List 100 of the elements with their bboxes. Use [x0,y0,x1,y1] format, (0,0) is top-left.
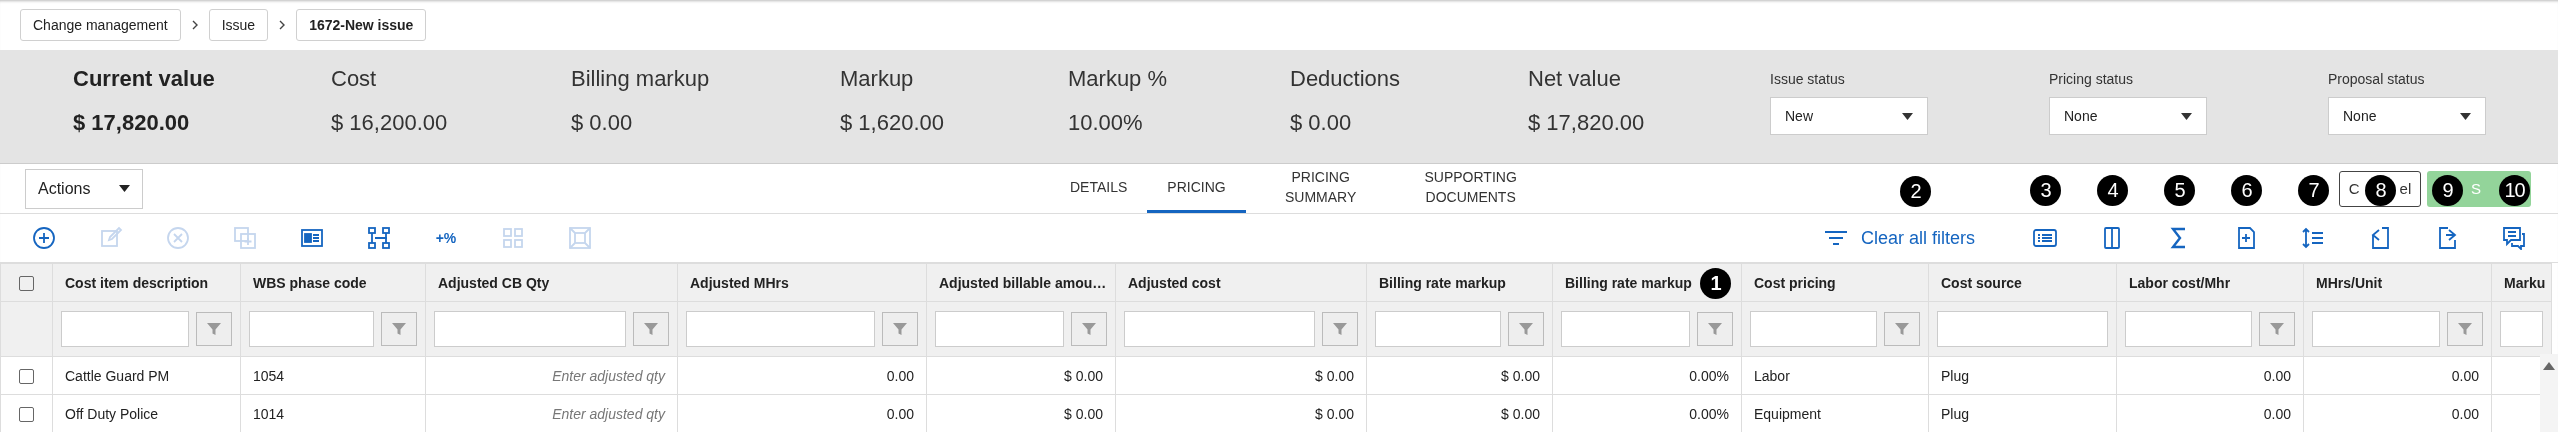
filter-field[interactable] [935,311,1064,347]
filter-field[interactable] [2125,311,2252,347]
summary-label: Markup [840,66,915,92]
table-cell: 0.00 [2263,367,2291,384]
breadcrumb-link[interactable]: 1672-New issue [296,9,427,41]
tab[interactable]: DETAILS [1050,164,1148,213]
filter-icon [207,322,221,336]
hierarchy-icon[interactable] [367,226,391,250]
caret-icon [119,185,130,192]
table-cell: 0.00 [886,405,914,422]
table-cell: 0.00 [2263,405,2291,422]
filter-button[interactable] [1322,312,1358,346]
filter-icon [2458,322,2472,336]
summary-label: Cost [331,66,378,92]
table-cell: $ 0.00 [1501,405,1540,422]
filter-button[interactable] [381,312,417,346]
status-label: Proposal status [2328,71,2426,87]
column-header[interactable]: Billing rate markup [1565,274,1692,291]
filter-field[interactable] [1375,311,1501,347]
filter-field[interactable] [1124,311,1315,347]
summary-value: $ 16,200.00 [331,110,449,136]
filter-field[interactable] [434,311,626,347]
spacing-icon[interactable] [2301,226,2325,250]
filter-button[interactable] [2447,312,2483,346]
percent-button[interactable]: +% [434,226,458,250]
table-cell: Equipment [1754,405,1821,422]
caret-icon [2460,112,2471,120]
filter-field[interactable] [249,311,374,347]
breadcrumb-link[interactable]: Issue [208,9,269,41]
scrollbar[interactable] [2540,354,2558,432]
filter-field[interactable] [61,311,189,347]
filter-icon [2270,322,2284,336]
table-cell: 0.00 [886,367,914,384]
table-cell: $ 0.00 [1315,405,1354,422]
status-label: Issue status [1770,71,1846,87]
chevron-icon [278,20,287,30]
filter-field[interactable] [2312,311,2440,347]
callout-badge: 7 [2298,175,2329,206]
status-label: Pricing status [2049,71,2135,87]
filter-icon [1333,322,1347,336]
actions-dropdown[interactable]: Actions [25,168,143,209]
filter-button[interactable] [882,312,918,346]
column-header[interactable]: MHrs/Unit [2316,274,2383,291]
callout-badge: 4 [2097,175,2128,206]
quantity-input[interactable]: Enter adjusted qty [552,367,665,384]
table-cell: $ 0.00 [1064,405,1103,422]
filter-field[interactable] [2500,311,2543,347]
breadcrumb-link[interactable]: Change management [20,9,181,41]
summary-label: Deductions [1290,66,1402,92]
filter-icon [1824,230,1847,246]
filter-button[interactable] [1884,312,1920,346]
filter-icon [1519,322,1533,336]
filter-field[interactable] [1561,311,1690,347]
column-header[interactable]: Adjusted CB Qty [438,274,550,291]
status-dropdown[interactable]: None [2049,97,2207,135]
tab[interactable]: SUPPORTING DOCUMENTS [1395,164,1546,213]
row-checkbox[interactable] [19,368,34,384]
filter-button[interactable] [1508,312,1544,346]
table-cell: $ 0.00 [1315,367,1354,384]
table-cell: Plug [1941,367,1970,384]
callout-badge: 5 [2164,175,2195,206]
table-cell: $ 0.00 [1501,367,1540,384]
filter-button[interactable] [1697,312,1733,346]
list-icon[interactable] [2033,226,2057,250]
summary-value: 10.00% [1068,110,1144,136]
filter-icon [1895,322,1909,336]
scroll-up-icon[interactable] [2543,362,2555,370]
summary-value: $ 0.00 [1290,110,1353,136]
table-cell: Cattle Guard PM [65,367,170,384]
table-cell: $ 0.00 [1064,367,1103,384]
filter-field[interactable] [1937,311,2108,347]
filter-field[interactable] [686,311,875,347]
chevron-icon [190,20,199,30]
quantity-input[interactable]: Enter adjusted qty [552,405,665,422]
status-dropdown[interactable]: New [1770,97,1928,135]
filter-button[interactable] [1071,312,1107,346]
status-dropdown[interactable]: None [2328,97,2486,135]
select-all-checkbox[interactable] [19,275,34,291]
tab[interactable]: PRICING [1147,164,1246,213]
add-icon[interactable] [32,226,56,250]
table-cell: Plug [1941,405,1970,422]
summary-label: Markup % [1068,66,1169,92]
row-checkbox[interactable] [19,406,34,422]
summary-label: Billing markup [571,66,711,92]
card-icon[interactable] [300,226,324,250]
column-header[interactable]: Cost source [1941,274,2022,291]
summary-value: $ 17,820.00 [73,110,191,136]
filter-field[interactable] [1750,311,1877,347]
filter-button[interactable] [633,312,669,346]
filter-icon [644,322,658,336]
summary-label: Current value [73,66,216,92]
column-header[interactable]: Cost pricing [1754,274,1836,291]
filter-button[interactable] [2259,312,2295,346]
summary-value: $ 1,620.00 [840,110,945,136]
tab[interactable]: PRICING SUMMARY [1245,164,1396,213]
column-header[interactable]: Adjusted MHrs [690,274,789,291]
filter-button[interactable] [196,312,232,346]
column-header[interactable]: Adjusted cost [1128,274,1221,291]
table-cell: 1054 [253,367,285,384]
comment-icon[interactable] [2502,226,2526,250]
